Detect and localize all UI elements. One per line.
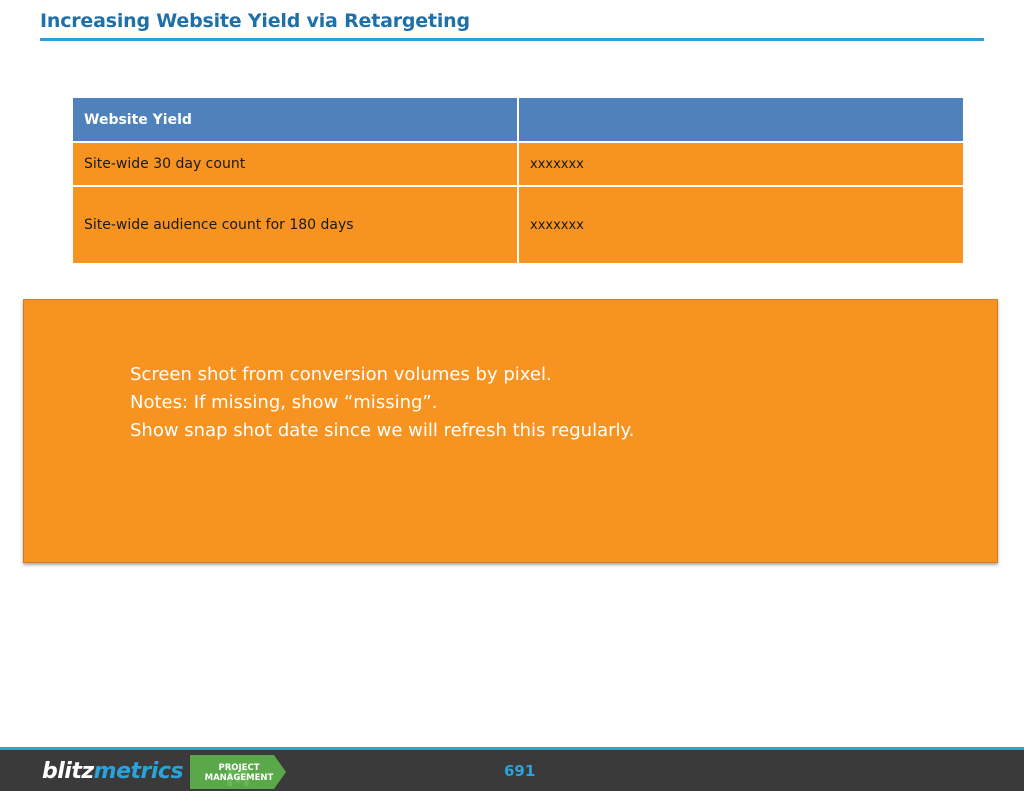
table-header-website-yield: Website Yield <box>71 96 519 143</box>
badge-line-project: PROJECT <box>218 763 260 773</box>
table-row: Site-wide 30 day count xxxxxxx <box>71 141 965 187</box>
table-header-empty <box>517 96 965 143</box>
row-value-30-day: xxxxxxx <box>517 141 965 187</box>
title-underline <box>40 38 984 41</box>
note-line: Screen shot from conversion volumes by p… <box>130 364 552 385</box>
row-value-180-days: xxxxxxx <box>517 185 965 265</box>
footer-bar: blitzmetrics M PROJECT MANAGEMENT 691 <box>0 747 1024 791</box>
badge-line-management: MANAGEMENT <box>204 773 274 783</box>
badge-text: PROJECT MANAGEMENT <box>204 763 274 783</box>
table-row: Site-wide audience count for 180 days xx… <box>71 185 965 265</box>
note-line: Notes: If missing, show “missing”. <box>130 392 438 413</box>
note-text: Screen shot from conversion volumes by p… <box>130 361 634 445</box>
logo-metrics: metrics <box>93 759 184 784</box>
blitzmetrics-logo: blitzmetrics <box>42 759 184 785</box>
row-label-180-days: Site-wide audience count for 180 days <box>71 185 519 265</box>
placeholder-note-box: Screen shot from conversion volumes by p… <box>23 299 998 563</box>
logo-blitz: blitz <box>42 759 94 784</box>
project-management-badge: M PROJECT MANAGEMENT <box>190 755 286 789</box>
website-yield-table: Website Yield Site-wide 30 day count xxx… <box>71 96 965 265</box>
row-label-30-day: Site-wide 30 day count <box>71 141 519 187</box>
slide-title: Increasing Website Yield via Retargeting <box>40 10 470 32</box>
table-header-row: Website Yield <box>71 96 965 143</box>
note-line: Show snap shot date since we will refres… <box>130 420 635 441</box>
page-number: 691 <box>504 762 536 780</box>
